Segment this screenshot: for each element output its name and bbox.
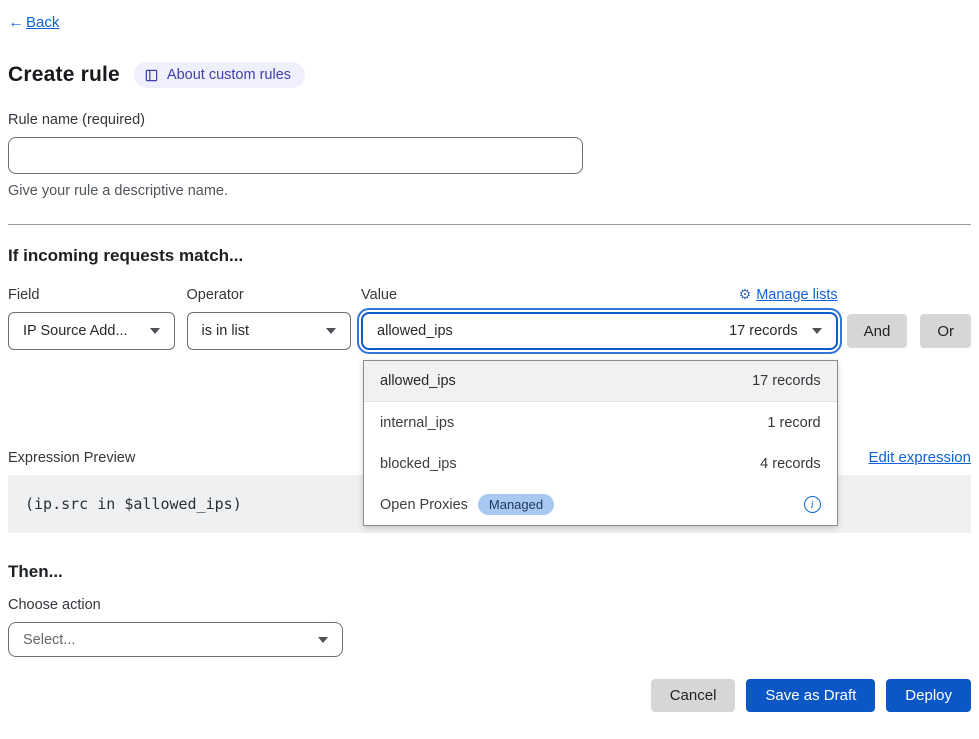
match-section-heading: If incoming requests match... [8,246,971,266]
list-record-count: 4 records [760,456,820,472]
expression-code: (ip.src in $allowed_ips) [25,495,242,513]
list-name: internal_ips [380,415,454,431]
dropdown-item-allowed-ips[interactable]: allowed_ips 17 records [364,361,837,402]
expression-preview-label: Expression Preview [8,450,135,466]
value-dropdown-panel: allowed_ips 17 records internal_ips 1 re… [363,360,838,526]
back-link-label: Back [26,14,59,31]
operator-select[interactable]: is in list [187,312,352,350]
list-name: allowed_ips [380,373,456,389]
field-select-value: IP Source Add... [23,323,138,339]
value-column: Value ⚙ Manage lists allowed_ips 17 reco… [361,286,838,350]
match-row: Field IP Source Add... Operator is in li… [8,286,971,350]
rule-name-label: Rule name (required) [8,112,971,128]
list-record-count: 17 records [752,373,821,389]
operator-column: Operator is in list [187,287,352,350]
operator-label: Operator [187,287,352,303]
chevron-down-icon [150,328,160,334]
chevron-down-icon [326,328,336,334]
chevron-down-icon [812,328,822,334]
dropdown-item-internal-ips[interactable]: internal_ips 1 record [364,402,837,443]
operator-select-value: is in list [202,323,315,339]
field-column: Field IP Source Add... [8,287,175,350]
value-select-name: allowed_ips [377,323,729,339]
edit-expression-link[interactable]: Edit expression [868,449,971,466]
action-select-placeholder: Select... [23,632,306,648]
or-button[interactable]: Or [920,314,971,348]
page-title: Create rule [8,63,120,87]
list-name: Open Proxies [380,497,468,513]
info-icon[interactable]: i [804,496,821,513]
action-select[interactable]: Select... [8,622,343,657]
about-custom-rules-link[interactable]: About custom rules [134,62,305,88]
list-record-count: 1 record [767,415,820,431]
back-link[interactable]: ←Back [8,14,59,31]
rule-name-input[interactable] [8,137,583,174]
rule-name-helper: Give your rule a descriptive name. [8,183,971,199]
dropdown-item-blocked-ips[interactable]: blocked_ips 4 records [364,443,837,484]
chevron-down-icon [318,637,328,643]
cancel-button[interactable]: Cancel [651,679,736,712]
book-icon [144,68,159,83]
deploy-button[interactable]: Deploy [886,679,971,712]
gear-icon: ⚙ [739,286,752,303]
value-select[interactable]: allowed_ips 17 records [361,312,838,350]
value-select-meta: 17 records [729,323,798,339]
value-label: Value [361,287,397,303]
about-badge-label: About custom rules [167,67,291,83]
back-arrow-icon: ← [8,14,24,31]
back-row: ←Back [8,14,971,32]
save-as-draft-button[interactable]: Save as Draft [746,679,875,712]
manage-lists-label: Manage lists [756,287,837,303]
and-button[interactable]: And [847,314,908,348]
choose-action-label: Choose action [8,597,971,613]
rule-name-group: Rule name (required) Give your rule a de… [8,112,971,199]
then-section-heading: Then... [8,562,971,582]
field-label: Field [8,287,175,303]
list-name: blocked_ips [380,456,457,472]
dropdown-item-open-proxies[interactable]: Open Proxies Managed i [364,484,837,525]
section-divider [8,224,971,225]
managed-badge: Managed [478,494,554,515]
field-select[interactable]: IP Source Add... [8,312,175,350]
value-label-row: Value ⚙ Manage lists [361,286,838,303]
manage-lists-link[interactable]: ⚙ Manage lists [739,286,838,303]
title-row: Create rule About custom rules [8,62,971,88]
footer-actions: Cancel Save as Draft Deploy [8,679,971,712]
